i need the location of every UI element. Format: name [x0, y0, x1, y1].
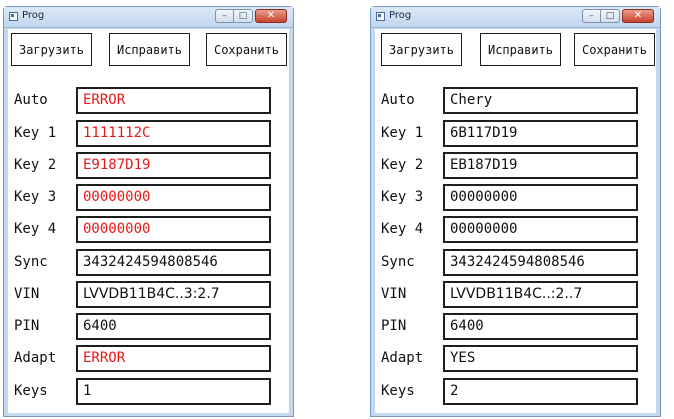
- keys-label: Keys: [381, 383, 415, 399]
- key1-field[interactable]: 1111112C: [76, 120, 271, 147]
- pin-label: PIN: [381, 318, 407, 334]
- adapt-field[interactable]: YES: [443, 345, 638, 372]
- vin-field[interactable]: LVVDB11B4C..3:2.7: [76, 281, 271, 308]
- app-icon: [376, 12, 385, 21]
- key3-label: Key 3: [14, 189, 57, 205]
- window-title: Prog: [389, 10, 412, 21]
- sync-label: Sync: [381, 254, 415, 270]
- save-button[interactable]: Сохранить: [206, 33, 287, 66]
- key4-label: Key 4: [14, 221, 57, 237]
- key1-field[interactable]: 6B117D19: [443, 120, 638, 147]
- window-client-area: Загрузить Исправить Сохранить Auto ERROR…: [8, 29, 289, 413]
- minimize-icon[interactable]: –: [215, 9, 234, 23]
- prog-window-right: Prog – □ ✕ Загрузить Исправить Сохранить…: [370, 6, 661, 417]
- key2-field[interactable]: E9187D19: [76, 152, 271, 179]
- maximize-icon[interactable]: □: [601, 9, 620, 23]
- load-button[interactable]: Загрузить: [381, 33, 462, 66]
- pin-field[interactable]: 6400: [76, 313, 271, 340]
- window-client-area: Загрузить Исправить Сохранить Auto Chery…: [375, 29, 656, 413]
- adapt-field[interactable]: ERROR: [76, 345, 271, 372]
- window-title: Prog: [22, 10, 45, 21]
- sync-field[interactable]: 3432424594808546: [443, 249, 638, 276]
- auto-field[interactable]: ERROR: [76, 87, 271, 114]
- close-icon[interactable]: ✕: [255, 9, 287, 23]
- maximize-icon[interactable]: □: [234, 9, 253, 23]
- vin-label: VIN: [14, 286, 40, 302]
- title-bar[interactable]: Prog – □ ✕: [371, 7, 660, 28]
- key3-field[interactable]: 00000000: [443, 184, 638, 211]
- auto-label: Auto: [381, 92, 415, 108]
- key1-label: Key 1: [381, 125, 424, 141]
- key4-label: Key 4: [381, 221, 424, 237]
- key1-label: Key 1: [14, 125, 57, 141]
- key2-label: Key 2: [381, 157, 424, 173]
- prog-window-left: Prog – □ ✕ Загрузить Исправить Сохранить…: [3, 6, 294, 417]
- minimize-icon[interactable]: –: [582, 9, 601, 23]
- keys-field[interactable]: 1: [76, 378, 271, 405]
- keys-field[interactable]: 2: [443, 378, 638, 405]
- key2-label: Key 2: [14, 157, 57, 173]
- adapt-label: Adapt: [381, 350, 424, 366]
- title-bar[interactable]: Prog – □ ✕: [4, 7, 293, 28]
- load-button[interactable]: Загрузить: [11, 33, 92, 66]
- sync-label: Sync: [14, 254, 48, 270]
- key2-field[interactable]: EB187D19: [443, 152, 638, 179]
- vin-label: VIN: [381, 286, 407, 302]
- key3-field[interactable]: 00000000: [76, 184, 271, 211]
- auto-field[interactable]: Chery: [443, 87, 638, 114]
- auto-label: Auto: [14, 92, 48, 108]
- app-icon: [9, 12, 18, 21]
- close-icon[interactable]: ✕: [622, 9, 654, 23]
- key4-field[interactable]: 00000000: [443, 216, 638, 243]
- sync-field[interactable]: 3432424594808546: [76, 249, 271, 276]
- pin-label: PIN: [14, 318, 40, 334]
- fix-button[interactable]: Исправить: [480, 33, 561, 66]
- key4-field[interactable]: 00000000: [76, 216, 271, 243]
- fix-button[interactable]: Исправить: [109, 33, 190, 66]
- pin-field[interactable]: 6400: [443, 313, 638, 340]
- adapt-label: Adapt: [14, 350, 57, 366]
- key3-label: Key 3: [381, 189, 424, 205]
- save-button[interactable]: Сохранить: [574, 33, 655, 66]
- keys-label: Keys: [14, 383, 48, 399]
- vin-field[interactable]: LVVDB11B4C..:2..7: [443, 281, 638, 308]
